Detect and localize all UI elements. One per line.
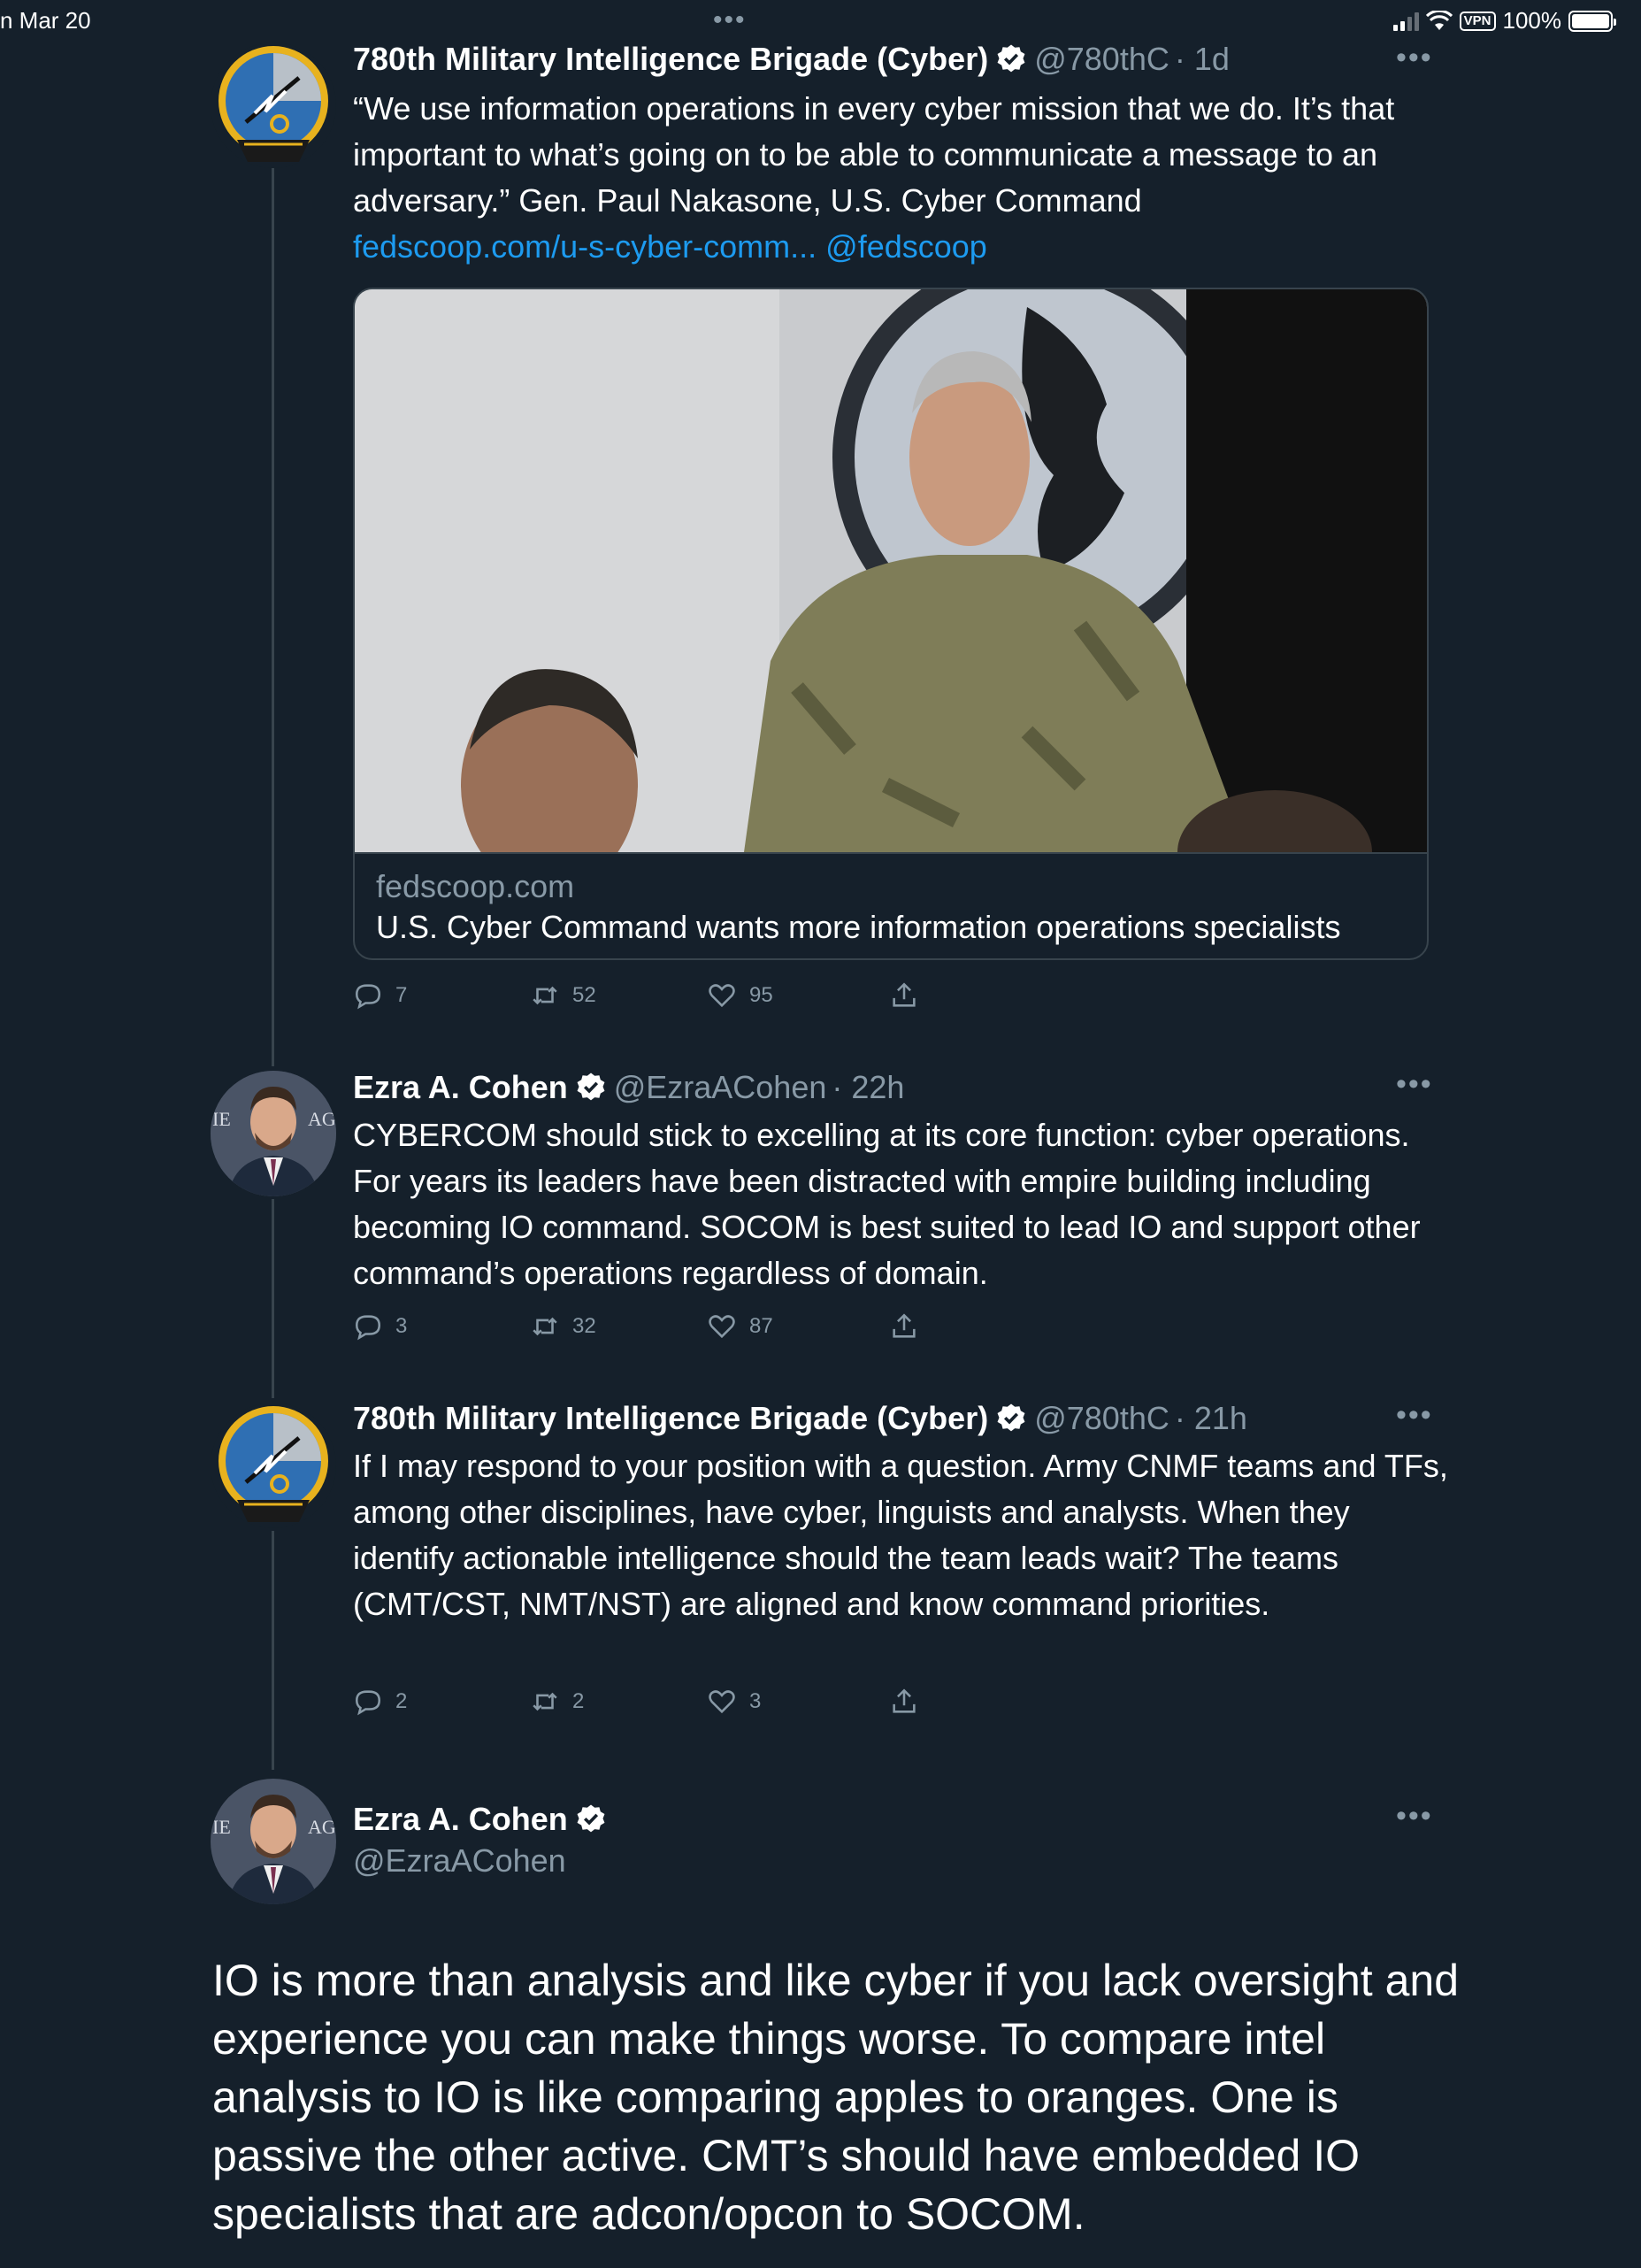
retweet-count: 52 xyxy=(572,983,596,1007)
reply-button[interactable]: 2 xyxy=(353,1687,407,1717)
tweet-time: · 22h xyxy=(832,1069,905,1105)
card-image xyxy=(355,289,1427,852)
like-count: 87 xyxy=(749,1314,773,1338)
tweet-text: IO is more than analysis and like cyber … xyxy=(212,1956,1460,2239)
author-name[interactable]: Ezra A. Cohen xyxy=(353,1069,568,1106)
status-date: n Mar 20 xyxy=(0,7,91,34)
tweet-body: “We use information operations in every … xyxy=(353,90,1395,219)
svg-text:IE: IE xyxy=(212,1816,231,1838)
battery-icon xyxy=(1568,10,1616,32)
reply-icon xyxy=(355,984,381,1010)
share-button[interactable] xyxy=(889,1687,919,1717)
like-button[interactable]: 95 xyxy=(707,980,773,1011)
more-options-icon[interactable]: ••• xyxy=(1396,41,1433,75)
more-options-icon[interactable]: ••• xyxy=(1396,1067,1433,1102)
status-indicators: VPN 100% xyxy=(1392,7,1616,35)
author-handle[interactable]: @EzraACohen xyxy=(614,1069,827,1106)
retweet-icon xyxy=(533,1692,557,1711)
cellular-signal-icon xyxy=(1392,12,1419,31)
heart-icon xyxy=(709,1690,735,1714)
vpn-badge: VPN xyxy=(1459,11,1496,31)
thread-connector xyxy=(272,168,274,1066)
heart-icon xyxy=(709,984,735,1008)
status-bar: n Mar 20 ••• VPN 100% xyxy=(0,0,1641,44)
reply-count: 2 xyxy=(395,1689,408,1713)
retweet-count: 2 xyxy=(572,1689,585,1713)
verified-badge-icon xyxy=(577,1804,605,1833)
retweet-icon xyxy=(533,1317,557,1336)
verified-badge-icon xyxy=(577,1072,605,1101)
reply-button[interactable]: 3 xyxy=(353,1311,407,1342)
author-name[interactable]: 780th Military Intelligence Brigade (Cyb… xyxy=(353,41,988,78)
tweet-text: CYBERCOM should stick to excelling at it… xyxy=(353,1117,1421,1291)
tweet-header: 780th Military Intelligence Brigade (Cyb… xyxy=(353,1400,1247,1437)
author-name[interactable]: 780th Military Intelligence Brigade (Cyb… xyxy=(353,1400,988,1437)
multitasking-dots[interactable]: ••• xyxy=(713,5,747,35)
avatar[interactable] xyxy=(211,1403,336,1528)
avatar[interactable]: IE AG xyxy=(211,1779,336,1904)
share-button[interactable] xyxy=(889,1311,919,1342)
card-domain: fedscoop.com xyxy=(376,868,575,904)
tweet-text: If I may respond to your position with a… xyxy=(353,1448,1448,1622)
retweet-button[interactable]: 2 xyxy=(530,1687,584,1717)
share-icon xyxy=(893,1688,916,1713)
retweet-count: 32 xyxy=(572,1314,596,1338)
tweet-text: “We use information operations in every … xyxy=(353,86,1450,270)
tweet-header: 780th Military Intelligence Brigade (Cyb… xyxy=(353,41,1230,78)
svg-text:AG: AG xyxy=(308,1108,336,1130)
like-button[interactable]: 3 xyxy=(707,1687,761,1717)
tweet-time: · 21h xyxy=(1174,1400,1247,1436)
reply-icon xyxy=(355,1690,381,1716)
heart-icon xyxy=(709,1315,735,1339)
card-title: U.S. Cyber Command wants more informatio… xyxy=(376,909,1341,945)
more-options-icon[interactable]: ••• xyxy=(1396,1398,1433,1433)
mention-link[interactable]: @fedscoop xyxy=(825,228,987,265)
share-icon xyxy=(893,1313,916,1338)
share-icon xyxy=(893,982,916,1007)
verified-badge-icon xyxy=(997,44,1025,73)
verified-badge-icon xyxy=(997,1403,1025,1432)
battery-percent: 100% xyxy=(1502,7,1562,34)
like-button[interactable]: 87 xyxy=(707,1311,773,1342)
wifi-icon xyxy=(1425,10,1453,30)
thread-connector xyxy=(272,1199,274,1398)
retweet-icon xyxy=(533,986,557,1005)
retweet-button[interactable]: 32 xyxy=(530,1311,596,1342)
author-name[interactable]: Ezra A. Cohen xyxy=(353,1801,568,1838)
tweet-actions: 2 2 3 xyxy=(353,1687,937,1722)
avatar[interactable] xyxy=(211,42,336,168)
tweet-link[interactable]: fedscoop.com/u-s-cyber-comm... xyxy=(353,228,817,265)
tweet-header: Ezra A. Cohen xyxy=(353,1801,614,1838)
retweet-button[interactable]: 52 xyxy=(530,980,596,1011)
card-footer: fedscoop.com U.S. Cyber Command wants mo… xyxy=(355,852,1427,958)
like-count: 95 xyxy=(749,983,773,1007)
reply-count: 3 xyxy=(395,1314,408,1338)
tweet-header: Ezra A. Cohen @EzraACohen · 22h xyxy=(353,1069,904,1106)
reply-button[interactable]: 7 xyxy=(353,980,407,1011)
avatar[interactable]: IE AG xyxy=(211,1071,336,1196)
author-handle[interactable]: @EzraACohen xyxy=(353,1842,566,1880)
svg-text:IE: IE xyxy=(212,1108,231,1130)
tweet-actions: 7 52 95 xyxy=(353,980,937,1016)
author-handle[interactable]: @780thC xyxy=(1034,41,1169,78)
more-options-icon[interactable]: ••• xyxy=(1396,1799,1433,1834)
tweet-time: · 1d xyxy=(1174,41,1230,77)
reply-icon xyxy=(355,1315,381,1341)
link-card[interactable]: fedscoop.com U.S. Cyber Command wants mo… xyxy=(353,288,1429,960)
svg-text:AG: AG xyxy=(308,1816,336,1838)
tweet-actions: 3 32 87 xyxy=(353,1311,937,1347)
reply-count: 7 xyxy=(395,983,408,1007)
like-count: 3 xyxy=(749,1689,762,1713)
share-button[interactable] xyxy=(889,980,919,1011)
thread-connector xyxy=(272,1531,274,1770)
author-handle[interactable]: @780thC xyxy=(1034,1400,1169,1437)
